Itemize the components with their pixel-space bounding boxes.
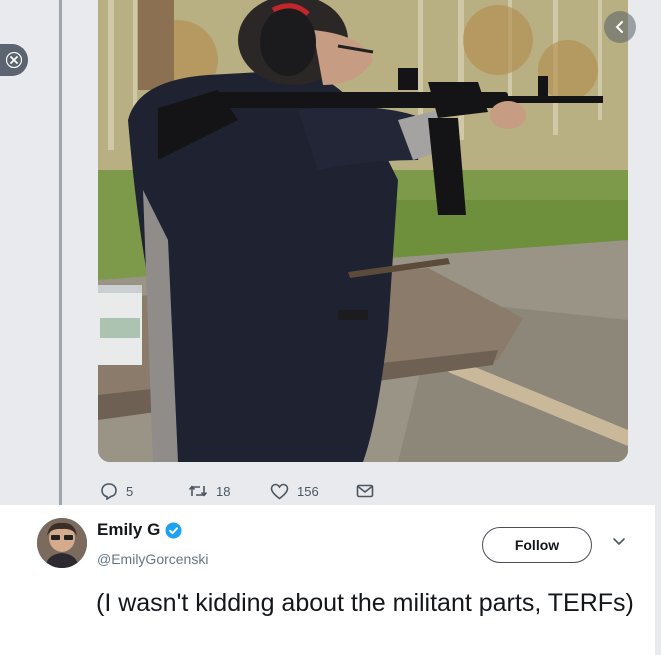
previous-photo-button[interactable] (604, 11, 636, 43)
close-icon (6, 52, 22, 68)
panel-edge (655, 505, 661, 655)
photo-scene (98, 0, 628, 462)
thread-line (59, 0, 62, 512)
avatar-image (37, 518, 87, 568)
display-name-text: Emily G (97, 520, 161, 539)
retweet-icon (188, 485, 208, 497)
reply-icon (101, 483, 117, 500)
envelope-icon (356, 484, 374, 498)
tweet-photo[interactable] (98, 0, 628, 462)
chevron-left-icon (615, 21, 623, 33)
retweet-count: 18 (216, 483, 231, 499)
like-action[interactable]: 156 (270, 478, 319, 504)
message-action[interactable] (356, 478, 382, 504)
verified-badge-icon (165, 522, 182, 538)
user-handle[interactable]: @EmilyGorcenski (97, 551, 208, 567)
avatar[interactable] (37, 518, 87, 568)
display-name[interactable]: Emily G (97, 520, 182, 540)
tweet-text: (I wasn't kidding about the militant par… (96, 589, 634, 617)
reply-count: 5 (126, 483, 134, 499)
chevron-down-icon[interactable] (611, 536, 627, 548)
heart-icon (270, 483, 289, 499)
retweet-action[interactable]: 18 (188, 478, 230, 504)
reply-action[interactable]: 5 (100, 478, 133, 504)
like-count: 156 (297, 483, 319, 499)
follow-button[interactable]: Follow (482, 527, 592, 563)
